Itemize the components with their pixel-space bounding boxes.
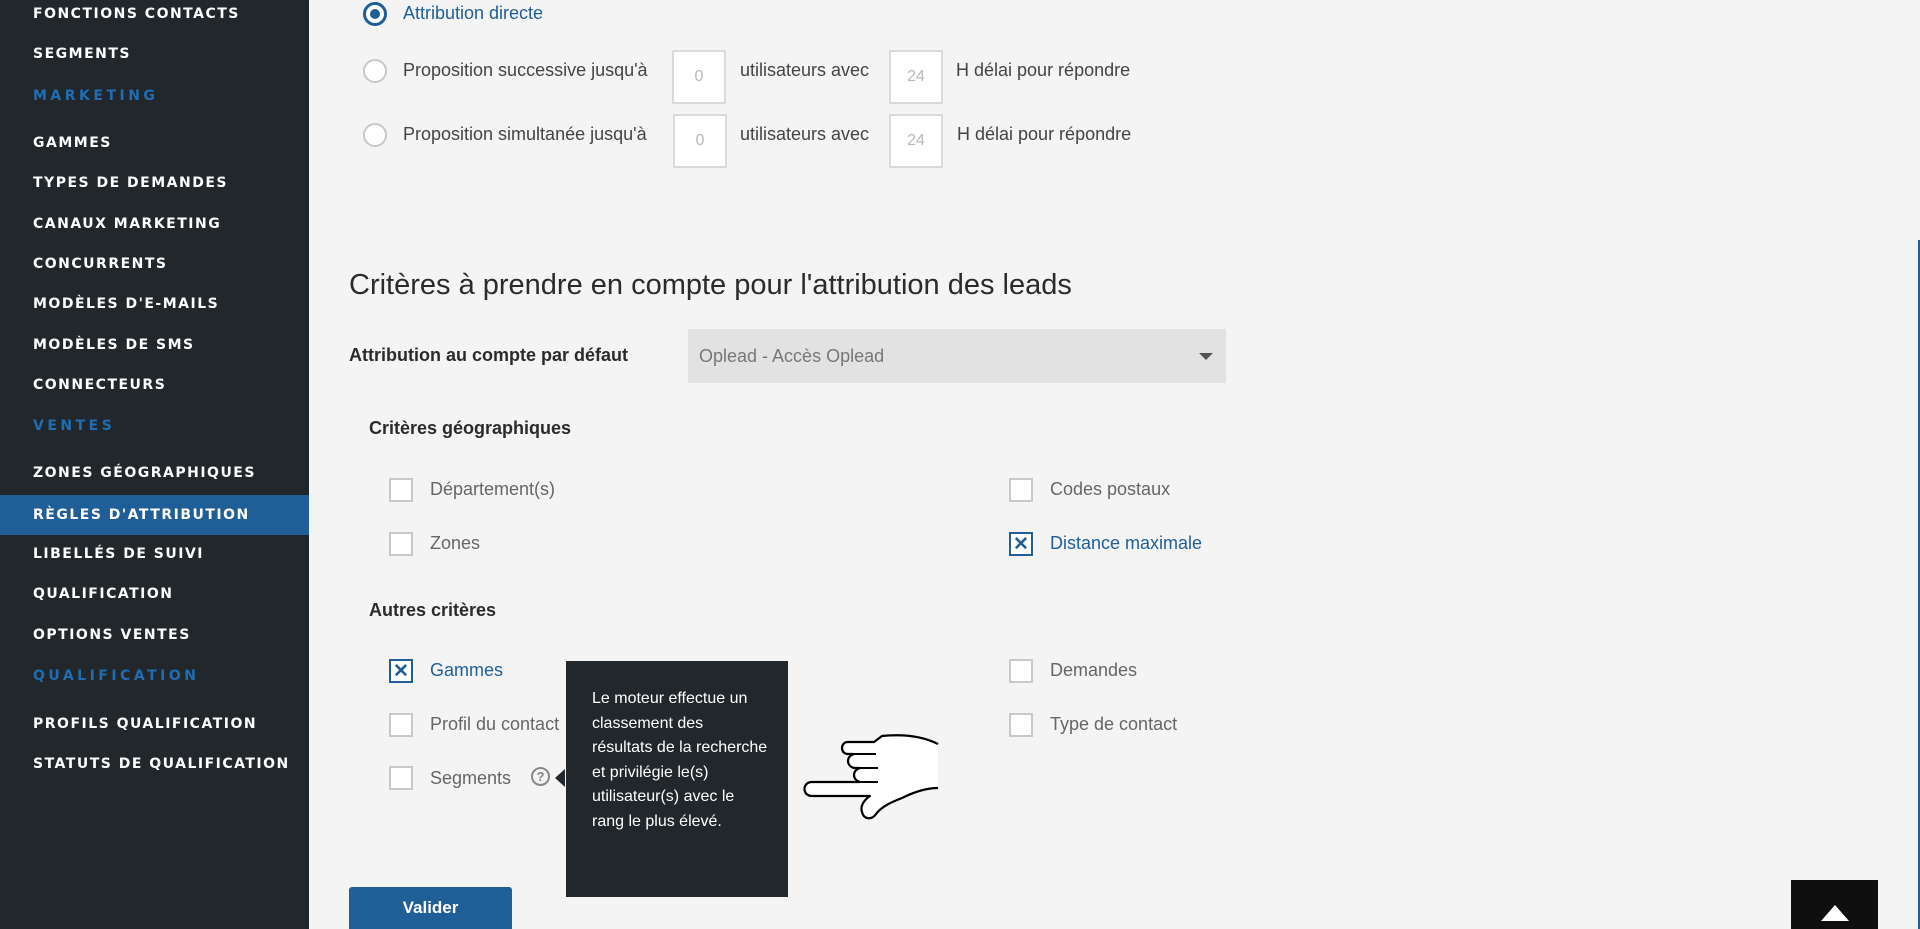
scroll-to-top-icon (1820, 905, 1849, 921)
valider-button[interactable]: Valider (349, 887, 512, 929)
gammes-label[interactable]: Gammes (430, 660, 503, 681)
successive-delay-input[interactable]: 24 (889, 50, 943, 104)
proposition-simultanee-label[interactable]: Proposition simultanée jusqu'à (403, 124, 647, 145)
profil-contact-label[interactable]: Profil du contact (430, 714, 559, 735)
other-criteria-title: Autres critères (369, 600, 497, 620)
scroll-to-top-button[interactable] (1791, 880, 1878, 929)
tooltip-arrow (555, 769, 565, 787)
checkbox-segments[interactable] (389, 766, 413, 790)
simultaneous-users-label: utilisateurs avec (740, 124, 870, 144)
sidebar-item-zones-geographiques[interactable]: ZONES GÉOGRAPHIQUES (0, 453, 309, 493)
sidebar-item-fonctions-contacts[interactable]: FONCTIONS CONTACTS (0, 0, 309, 34)
type-contact-label[interactable]: Type de contact (1050, 714, 1177, 735)
sidebar-section-ventes: VENTES (33, 418, 116, 434)
simultaneous-delay-label: H délai pour répondre (957, 124, 1132, 144)
dropdown-caret-icon (1199, 353, 1213, 360)
sidebar-item-connecteurs[interactable]: CONNECTEURS (0, 365, 309, 405)
simultaneous-delay-input[interactable]: 24 (889, 114, 943, 168)
sidebar-item-concurrents[interactable]: CONCURRENTS (0, 244, 309, 284)
radio-attribution-directe[interactable] (363, 2, 387, 26)
main-content: Attribution directe Proposition successi… (309, 0, 1920, 929)
help-icon[interactable]: ? (531, 767, 550, 786)
codes-postaux-label[interactable]: Codes postaux (1050, 479, 1170, 500)
successive-users-input[interactable]: 0 (672, 50, 726, 104)
sidebar-item-qualification[interactable]: QUALIFICATION (0, 574, 309, 614)
sidebar-item-profils-qualification[interactable]: PROFILS QUALIFICATION (0, 704, 309, 744)
checkbox-demandes[interactable] (1009, 659, 1033, 683)
checkbox-profil-contact[interactable] (389, 713, 413, 737)
sidebar-item-options-ventes[interactable]: OPTIONS VENTES (0, 615, 309, 655)
demandes-label[interactable]: Demandes (1050, 660, 1137, 681)
sidebar-item-segments[interactable]: SEGMENTS (0, 34, 309, 74)
radio-proposition-simultanee[interactable] (363, 123, 387, 147)
sidebar-item-modeles-emails[interactable]: MODÈLES D'E-MAILS (0, 284, 309, 324)
radio-proposition-successive[interactable] (363, 59, 387, 83)
default-account-label: Attribution au compte par défaut (349, 345, 628, 365)
segments-label[interactable]: Segments (430, 768, 511, 789)
geo-criteria-title: Critères géographiques (369, 418, 572, 438)
sidebar-item-regles-attribution[interactable]: RÈGLES D'ATTRIBUTION (0, 495, 309, 535)
default-account-select[interactable]: Oplead - Accès Oplead (688, 329, 1226, 383)
sidebar-item-libelles-de-suivi[interactable]: LIBELLÉS DE SUIVI (0, 534, 309, 574)
checkbox-zones[interactable] (389, 532, 413, 556)
checkbox-distance-maximale[interactable]: ✕ (1009, 532, 1033, 556)
sidebar-item-types-de-demandes[interactable]: TYPES DE DEMANDES (0, 163, 309, 203)
sidebar-item-gammes[interactable]: GAMMES (0, 123, 309, 163)
criteria-section-title: Critères à prendre en compte pour l'attr… (349, 269, 1072, 301)
pointing-hand-cursor (803, 734, 939, 820)
distance-maximale-label[interactable]: Distance maximale (1050, 533, 1202, 554)
simultaneous-users-input[interactable]: 0 (673, 114, 727, 168)
tooltip: Le moteur effectue un classement des rés… (566, 661, 788, 897)
sidebar-section-marketing: MARKETING (33, 88, 159, 104)
departements-label[interactable]: Département(s) (430, 479, 555, 500)
checkbox-gammes[interactable]: ✕ (389, 659, 413, 683)
checkbox-codes-postaux[interactable] (1009, 478, 1033, 502)
proposition-successive-label[interactable]: Proposition successive jusqu'à (403, 60, 648, 81)
checkbox-departements[interactable] (389, 478, 413, 502)
sidebar-item-canaux-marketing[interactable]: CANAUX MARKETING (0, 204, 309, 244)
successive-delay-label: H délai pour répondre (956, 60, 1131, 80)
attribution-directe-label[interactable]: Attribution directe (403, 3, 543, 24)
sidebar-item-statuts-qualification[interactable]: STATUTS DE QUALIFICATION (0, 744, 309, 784)
sidebar: FONCTIONS CONTACTS SEGMENTS MARKETING GA… (0, 0, 309, 929)
successive-users-label: utilisateurs avec (740, 60, 870, 80)
sidebar-item-modeles-sms[interactable]: MODÈLES DE SMS (0, 325, 309, 365)
checkbox-type-contact[interactable] (1009, 713, 1033, 737)
zones-label[interactable]: Zones (430, 533, 480, 554)
default-account-value: Oplead - Accès Oplead (699, 345, 885, 366)
sidebar-section-qualification: QUALIFICATION (33, 668, 200, 684)
